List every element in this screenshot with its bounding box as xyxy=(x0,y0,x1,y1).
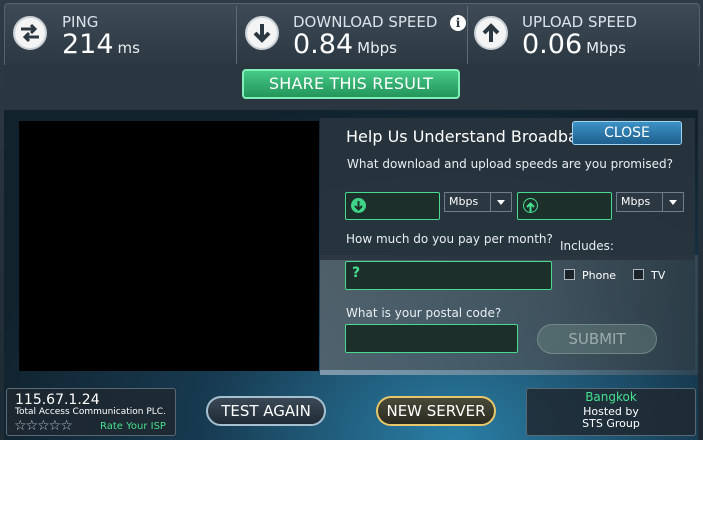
download-speed-input[interactable] xyxy=(345,192,440,220)
new-server-button[interactable]: NEW SERVER xyxy=(376,396,496,426)
submit-button[interactable]: SUBMIT xyxy=(537,324,657,354)
ping-stat: PING 214 ms xyxy=(5,4,235,66)
tv-label: TV xyxy=(651,269,666,282)
ping-icon xyxy=(13,16,47,50)
host-name: STS Group xyxy=(582,417,640,430)
share-result-button[interactable]: SHARE THIS RESULT xyxy=(242,69,460,99)
chevron-down-icon xyxy=(490,193,511,211)
isp-name: Total Access Communication PLC. xyxy=(15,407,166,417)
ping-unit: ms xyxy=(117,39,140,57)
price-placeholder: ? xyxy=(352,265,361,281)
upload-arrow-icon xyxy=(523,198,538,213)
phone-checkbox[interactable] xyxy=(564,269,575,280)
server-host: Hosted by STS Group xyxy=(526,406,696,430)
upload-arrow-icon xyxy=(474,16,508,50)
monthly-price-input[interactable]: ? xyxy=(345,261,552,290)
share-row: SHARE THIS RESULT xyxy=(4,65,698,107)
ping-value: 214 ms xyxy=(62,29,140,60)
server-city: Bangkok xyxy=(585,390,637,404)
download-value: 0.84 Mbps xyxy=(293,29,397,60)
postal-code-input[interactable] xyxy=(345,324,518,353)
upload-unit: Mbps xyxy=(586,39,626,57)
ip-address: 115.67.1.24 xyxy=(15,392,100,408)
upload-speed-input[interactable] xyxy=(517,192,612,220)
phone-label: Phone xyxy=(582,269,617,282)
rating-stars-icon[interactable]: ☆☆☆☆☆ xyxy=(14,418,73,434)
speeds-question: What download and upload speeds are you … xyxy=(347,157,673,171)
rate-isp-link[interactable]: Rate Your ISP xyxy=(100,421,166,432)
download-arrow-icon xyxy=(351,198,366,213)
survey-title: Help Us Understand Broadban xyxy=(346,127,588,146)
pay-question: How much do you pay per month? xyxy=(346,232,553,246)
upload-value: 0.06 Mbps xyxy=(522,29,626,60)
test-again-button[interactable]: TEST AGAIN xyxy=(206,396,326,426)
postal-question: What is your postal code? xyxy=(346,306,502,320)
chevron-down-icon xyxy=(662,193,683,211)
upload-stat: UPLOAD SPEED 0.06 Mbps xyxy=(468,4,698,66)
download-unit-select[interactable]: Mbps xyxy=(444,192,512,212)
download-stat: DOWNLOAD SPEED 0.84 Mbps xyxy=(237,4,467,66)
includes-label: Includes: xyxy=(560,239,614,253)
download-unit: Mbps xyxy=(357,39,397,57)
tv-checkbox[interactable] xyxy=(633,269,644,280)
video-panel xyxy=(19,121,319,371)
stats-bar: PING 214 ms DOWNLOAD SPEED 0.84 Mbps i UPL… xyxy=(4,3,700,67)
upload-unit-select[interactable]: Mbps xyxy=(616,192,684,212)
download-arrow-icon xyxy=(245,16,279,50)
close-button[interactable]: CLOSE xyxy=(572,121,682,145)
info-icon[interactable]: i xyxy=(450,15,466,31)
